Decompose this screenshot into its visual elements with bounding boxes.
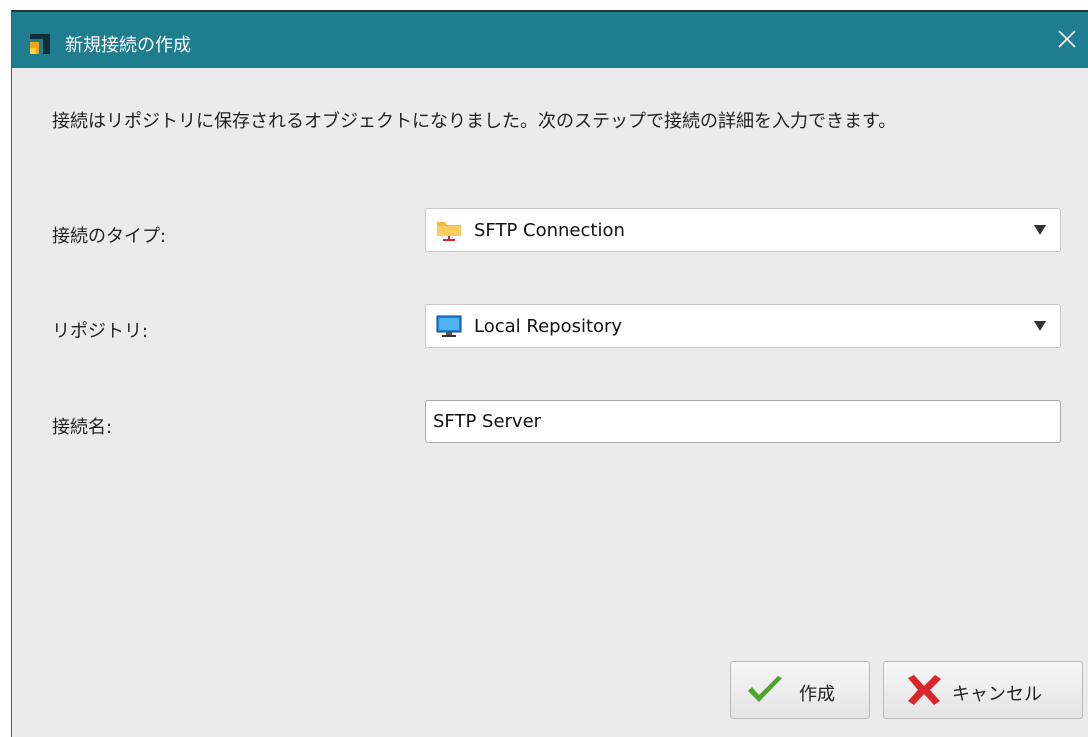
repository-select[interactable]: Local Repository [425, 304, 1061, 348]
connection-type-value: SFTP Connection [474, 220, 625, 241]
connection-name-label: 接続名: [52, 417, 113, 438]
info-message: 接続はリポジトリに保存されるオブジェクトになりました。次のステップで接続の詳細を… [52, 111, 897, 132]
dialog-title: 新規接続の作成 [65, 35, 191, 56]
create-button[interactable]: 作成 [730, 661, 870, 719]
app-logo-icon [30, 34, 50, 54]
connection-type-label: 接続のタイプ: [52, 226, 167, 247]
sftp-folder-icon [437, 222, 461, 241]
title-bar[interactable]: 新規接続の作成 [12, 10, 1088, 68]
cancel-button[interactable]: キャンセル [883, 661, 1083, 719]
connection-name-input[interactable] [425, 400, 1061, 443]
monitor-icon [436, 315, 462, 337]
repository-value: Local Repository [474, 316, 623, 337]
checkmark-icon [748, 676, 782, 702]
chevron-down-icon[interactable] [1034, 225, 1046, 235]
chevron-down-icon[interactable] [1034, 321, 1046, 331]
close-icon[interactable] [1054, 26, 1080, 52]
cancel-button-label: キャンセル [952, 684, 1042, 705]
create-connection-dialog: 新規接続の作成 接続はリポジトリに保存されるオブジェクトになりました。次のステッ… [11, 10, 1088, 737]
x-mark-icon [908, 675, 941, 705]
repository-label: リポジトリ: [52, 321, 149, 342]
connection-type-select[interactable]: SFTP Connection [425, 208, 1061, 252]
create-button-label: 作成 [799, 684, 835, 705]
